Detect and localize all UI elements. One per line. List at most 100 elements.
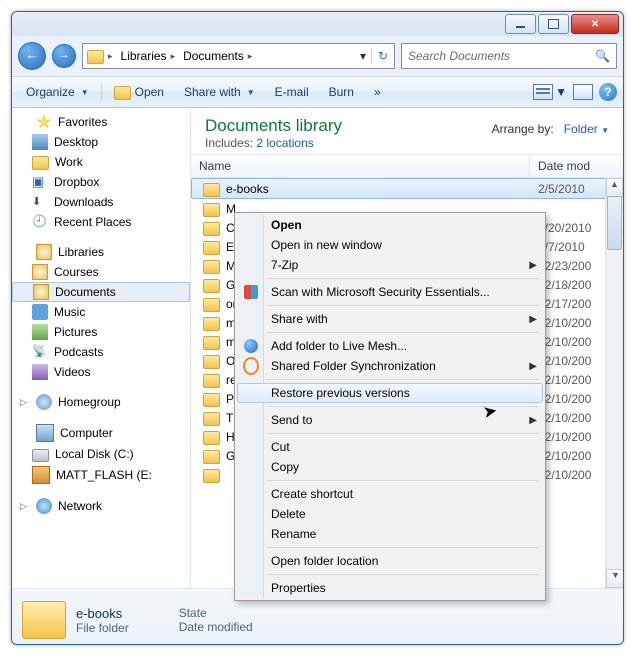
folder-icon (203, 336, 220, 350)
menu-item-add-folder-to-live-mesh[interactable]: Add folder to Live Mesh... (237, 336, 543, 356)
folder-icon (203, 450, 220, 464)
scroll-up-button[interactable]: ▲ (606, 178, 623, 197)
lib-icon (32, 264, 48, 280)
share-with-button[interactable]: Share with▼ (176, 82, 263, 102)
back-button[interactable]: ← (18, 42, 46, 70)
sidebar-item-videos[interactable]: Videos (12, 362, 190, 382)
column-headers[interactable]: Name Date mod (191, 154, 623, 178)
drive-icon (32, 449, 49, 462)
sidebar-item-work[interactable]: Work (12, 152, 190, 172)
network-icon (36, 498, 52, 514)
folder-icon (203, 260, 220, 274)
menu-separator (267, 480, 539, 481)
sidebar-libraries-header[interactable]: Libraries (12, 242, 190, 262)
file-row[interactable]: e-books2/5/2010 (191, 178, 623, 199)
location-icon (87, 50, 104, 64)
places-icon (32, 214, 48, 230)
menu-item-open-in-new-window[interactable]: Open in new window (237, 235, 543, 255)
scroll-down-button[interactable]: ▼ (606, 569, 623, 588)
navigation-pane: Favorites DesktopWorkDropboxDownloadsRec… (12, 108, 191, 588)
details-name: e-books (76, 606, 129, 621)
search-input[interactable]: Search Documents 🔍 (401, 43, 617, 69)
forward-button[interactable]: → (52, 44, 76, 68)
sidebar-item-recent-places[interactable]: Recent Places (12, 212, 190, 232)
menu-item-open[interactable]: Open (237, 215, 543, 235)
sidebar-item-podcasts[interactable]: Podcasts (12, 342, 190, 362)
folder-icon (203, 298, 220, 312)
menu-item-delete[interactable]: Delete (237, 504, 543, 524)
shield-icon (244, 285, 258, 299)
sidebar-item-courses[interactable]: Courses (12, 262, 190, 282)
folder-icon (203, 241, 220, 255)
folder-icon (203, 222, 220, 236)
menu-separator (267, 433, 539, 434)
breadcrumb-libraries[interactable]: Libraries▸ (117, 44, 180, 68)
menu-item-restore-previous-versions[interactable]: Restore previous versions (237, 383, 543, 403)
folder-icon (203, 469, 220, 483)
arrange-by[interactable]: Arrange by: Folder ▼ (492, 122, 609, 136)
maximize-button[interactable] (538, 14, 569, 34)
organize-button[interactable]: Organize▼ (18, 82, 97, 102)
burn-button[interactable]: Burn (321, 82, 362, 102)
breadcrumb-documents[interactable]: Documents▸ (179, 44, 256, 68)
search-placeholder: Search Documents (408, 49, 510, 63)
locations-link[interactable]: 2 locations (256, 136, 313, 150)
minimize-button[interactable] (505, 14, 536, 34)
star-icon (36, 114, 52, 130)
library-subtitle: Includes: 2 locations (205, 136, 609, 150)
email-button[interactable]: E-mail (267, 82, 317, 102)
scroll-thumb[interactable] (607, 196, 622, 250)
sidebar-network-header[interactable]: ▷Network (12, 496, 190, 516)
explorer-window: ← → ▸ Libraries▸ Documents▸ ▾ ↻ Search D… (11, 11, 624, 645)
db-icon (32, 174, 48, 190)
folder-icon (203, 393, 220, 407)
sidebar-computer-header[interactable]: Computer (12, 422, 190, 444)
preview-pane-button[interactable] (573, 84, 593, 100)
sidebar-favorites-header[interactable]: Favorites (12, 112, 190, 132)
details-state-label: State (179, 606, 253, 620)
sidebar-item-documents[interactable]: Documents (12, 282, 190, 302)
vertical-scrollbar[interactable]: ▲ ▼ (605, 178, 623, 588)
sidebar-homegroup-header[interactable]: ▷Homegroup (12, 392, 190, 412)
folder-icon (203, 355, 220, 369)
mesh-icon (244, 339, 258, 353)
sidebar-item-music[interactable]: Music (12, 302, 190, 322)
column-date[interactable]: Date mod (530, 155, 623, 177)
menu-item-cut[interactable]: Cut (237, 437, 543, 457)
sync-icon (243, 357, 259, 375)
submenu-arrow-icon: ▶ (529, 361, 537, 372)
address-bar[interactable]: ▸ Libraries▸ Documents▸ ▾ ↻ (82, 43, 395, 69)
sidebar-item-matt-flash-e-[interactable]: MATT_FLASH (E: (12, 464, 190, 486)
homegroup-icon (36, 394, 52, 410)
open-button[interactable]: Open (106, 81, 172, 103)
sidebar-item-pictures[interactable]: Pictures (12, 322, 190, 342)
view-button[interactable]: ▼ (533, 84, 567, 100)
folder-icon (203, 279, 220, 293)
menu-item-rename[interactable]: Rename (237, 524, 543, 544)
column-name[interactable]: Name (191, 155, 530, 177)
sidebar-item-downloads[interactable]: Downloads (12, 192, 190, 212)
menu-item-copy[interactable]: Copy (237, 457, 543, 477)
menu-item-7-zip[interactable]: 7-Zip▶ (237, 255, 543, 275)
menu-item-open-folder-location[interactable]: Open folder location (237, 551, 543, 571)
pic-icon (32, 324, 48, 340)
toolbar-overflow[interactable]: » (366, 82, 389, 102)
close-button[interactable] (571, 14, 619, 34)
menu-item-scan-with-microsoft-security-essentials[interactable]: Scan with Microsoft Security Essentials.… (237, 282, 543, 302)
menu-item-share-with[interactable]: Share with▶ (237, 309, 543, 329)
sidebar-item-desktop[interactable]: Desktop (12, 132, 190, 152)
address-history-dropdown[interactable]: ▾ (355, 49, 371, 63)
menu-item-properties[interactable]: Properties (237, 578, 543, 598)
folder-icon (203, 374, 220, 388)
refresh-button[interactable]: ↻ (371, 49, 394, 63)
usb-icon (32, 466, 50, 484)
music-icon (32, 304, 48, 320)
sidebar-item-dropbox[interactable]: Dropbox (12, 172, 190, 192)
menu-item-create-shortcut[interactable]: Create shortcut (237, 484, 543, 504)
folder-icon (203, 431, 220, 445)
menu-item-shared-folder-synchronization[interactable]: Shared Folder Synchronization▶ (237, 356, 543, 376)
menu-separator (267, 278, 539, 279)
search-icon: 🔍 (595, 49, 610, 63)
help-button[interactable]: ? (599, 83, 617, 101)
sidebar-item-local-disk-c-[interactable]: Local Disk (C:) (12, 444, 190, 464)
